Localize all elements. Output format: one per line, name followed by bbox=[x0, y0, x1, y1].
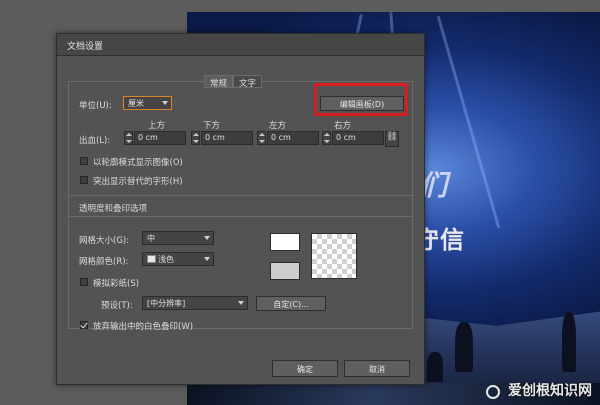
grid-color-top-swatch[interactable] bbox=[270, 233, 300, 251]
bleed-top-label: 上方 bbox=[148, 121, 166, 131]
watermark-logo-icon bbox=[486, 385, 500, 399]
unit-dropdown[interactable]: 厘米 bbox=[123, 96, 172, 110]
wolf-silhouette bbox=[562, 312, 576, 372]
bleed-bottom-input[interactable]: 0 cm bbox=[201, 131, 253, 145]
bleed-top-stepper[interactable] bbox=[124, 131, 133, 145]
highlight-glyphs-checkbox[interactable] bbox=[80, 176, 88, 184]
grid-size-label: 网格大小(G): bbox=[79, 236, 130, 246]
grid-color-bottom-swatch[interactable] bbox=[270, 262, 300, 280]
grid-color-dropdown[interactable]: 浅色 bbox=[142, 252, 214, 266]
annotation-highlight-box bbox=[314, 83, 408, 116]
unit-dropdown-value: 厘米 bbox=[128, 99, 144, 108]
discard-white-overprint-label: 放弃输出中的白色叠印(W) bbox=[93, 322, 194, 332]
chevron-down-icon bbox=[162, 101, 168, 105]
highlight-glyphs-label: 突出显示替代的字形(H) bbox=[93, 177, 183, 187]
outline-mode-checkbox[interactable] bbox=[80, 157, 88, 165]
preset-dropdown[interactable]: [中分辨率] bbox=[142, 296, 248, 310]
preset-label: 预设(T): bbox=[101, 301, 133, 311]
bleed-top-input[interactable]: 0 cm bbox=[134, 131, 186, 145]
section-divider bbox=[69, 216, 413, 217]
grid-size-dropdown[interactable]: 中 bbox=[142, 231, 214, 245]
tab-type[interactable]: 文字 bbox=[233, 75, 263, 89]
chevron-down-icon bbox=[238, 301, 244, 305]
tab-bar: 常规 文字 bbox=[204, 75, 263, 89]
simulate-paper-checkbox[interactable] bbox=[80, 278, 88, 286]
grid-color-label: 网格颜色(R): bbox=[79, 257, 129, 267]
custom-button[interactable]: 自定(C)... bbox=[256, 296, 326, 311]
wolf-silhouette bbox=[427, 352, 443, 382]
watermark-text: 爱创根知识网 bbox=[508, 383, 592, 399]
chevron-down-icon bbox=[204, 236, 210, 240]
bleed-bottom-label: 下方 bbox=[203, 121, 221, 131]
bleed-left-label: 左方 bbox=[269, 121, 287, 131]
ok-button[interactable]: 确定 bbox=[272, 360, 338, 377]
wolf-silhouette bbox=[455, 322, 473, 372]
bleed-label: 出血(L): bbox=[79, 136, 111, 146]
discard-white-overprint-checkbox[interactable] bbox=[80, 321, 88, 329]
grid-size-value: 中 bbox=[147, 234, 155, 243]
link-icon[interactable]: ⛓ bbox=[385, 131, 399, 147]
tab-general[interactable]: 常规 bbox=[204, 75, 234, 89]
dialog-title: 文档设置 bbox=[57, 34, 424, 56]
bleed-left-stepper[interactable] bbox=[257, 131, 266, 145]
section-divider bbox=[69, 195, 413, 196]
grid-color-swatch bbox=[147, 255, 156, 263]
bleed-right-stepper[interactable] bbox=[322, 131, 331, 145]
bleed-right-input[interactable]: 0 cm bbox=[332, 131, 384, 145]
transparency-grid-preview bbox=[311, 233, 357, 279]
bleed-left-input[interactable]: 0 cm bbox=[267, 131, 319, 145]
unit-label: 单位(U): bbox=[79, 101, 112, 111]
chevron-down-icon bbox=[204, 257, 210, 261]
outline-mode-label: 以轮廓模式显示图像(O) bbox=[93, 158, 183, 168]
bleed-bottom-stepper[interactable] bbox=[191, 131, 200, 145]
preset-value: [中分辨率] bbox=[147, 299, 186, 308]
bleed-right-label: 右方 bbox=[334, 121, 352, 131]
cancel-button[interactable]: 取消 bbox=[344, 360, 410, 377]
transparency-section-title: 透明度和叠印选项 bbox=[79, 204, 148, 214]
simulate-paper-label: 模拟彩纸(S) bbox=[93, 279, 140, 289]
grid-color-value: 浅色 bbox=[158, 255, 174, 264]
